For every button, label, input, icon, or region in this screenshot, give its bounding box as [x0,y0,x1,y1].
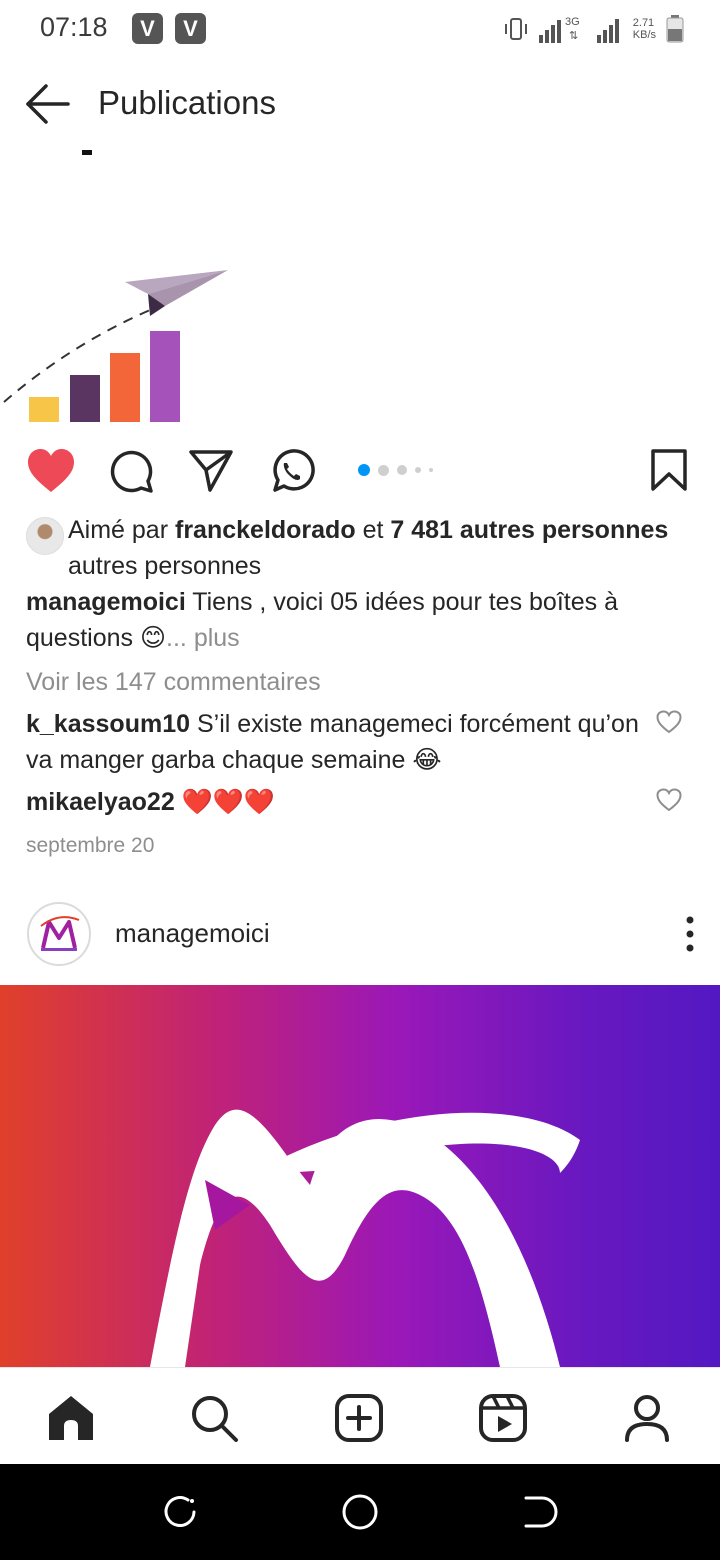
comment-username[interactable]: k_kassoum10 [26,710,190,738]
signal-icon [596,19,619,43]
post-media[interactable] [0,985,720,1367]
view-comments-link[interactable]: Voir les 147 commentaires [26,664,696,700]
carousel-dot-active [358,464,370,476]
comment-item: mikaelyao22 ❤️❤️❤️ [26,784,696,820]
status-bar: 07:18 V V 3G ⇅ 2.71 KB/s [0,0,720,58]
search-icon[interactable] [188,1392,240,1444]
likes-count[interactable]: 7 481 autres personnes [390,516,668,544]
whatsapp-icon[interactable] [267,448,315,496]
post-details: Aimé par franckeldorado et 7 481 autres … [26,512,696,864]
bar-orange [110,353,140,422]
bar-purple-dark [70,375,100,422]
carousel-dot [397,465,407,475]
home-button-icon[interactable] [340,1492,380,1532]
comment-item: k_kassoum10 S’il existe managemeci forcé… [26,706,696,778]
status-icons: 3G ⇅ 2.71 KB/s [503,14,684,44]
post-header: managemoici [0,896,720,972]
vibrate-icon [504,18,527,40]
recent-apps-icon[interactable] [160,1492,200,1532]
reels-icon[interactable] [477,1392,529,1444]
notification-badge-v: V [132,13,163,44]
growth-illustration [3,150,228,422]
heart-outline-icon[interactable] [656,710,682,734]
notification-badge-v: V [175,13,206,44]
profile-icon[interactable] [621,1392,673,1444]
avatar[interactable] [26,517,64,555]
carousel-dot [429,468,433,472]
post-date: septembre 20 [26,834,155,857]
post-image[interactable] [0,140,720,430]
status-time: 07:18 [40,12,108,42]
network-speed: 2.71 KB/s [632,17,656,41]
caption: managemoici Tiens , voici 05 idées pour … [26,584,696,656]
svg-text:⇅: ⇅ [569,30,578,42]
comment-icon[interactable] [108,448,154,494]
paper-plane-illustration [125,270,228,316]
carousel-dot [415,467,421,473]
app-header: Publications [0,68,720,140]
back-button-icon[interactable] [520,1492,560,1532]
liker-username[interactable]: franckeldorado [175,516,356,544]
bottom-navigation [0,1367,720,1464]
bar-violet [150,331,180,422]
avatar[interactable] [27,902,91,966]
post-username[interactable]: managemoici [115,918,270,949]
network-type: 3G [565,16,580,28]
managemoici-logo-icon [40,916,80,951]
heart-filled-icon[interactable] [26,448,76,494]
add-post-icon[interactable] [333,1392,385,1444]
post-actions [0,440,720,504]
liked-by-line: Aimé par franckeldorado et 7 481 autres … [26,512,696,584]
more-options-icon[interactable] [680,914,700,954]
arrow-left-icon[interactable] [24,82,72,126]
carousel-dot [378,464,389,476]
comment-username[interactable]: mikaelyao22 [26,788,175,816]
caption-username[interactable]: managemoici [26,588,186,616]
signal-icon: 3G ⇅ [538,16,580,43]
bookmark-icon[interactable] [650,448,688,492]
paper-plane-icon[interactable] [188,448,234,494]
system-navigation-bar [0,1464,720,1560]
heart-outline-icon[interactable] [656,788,682,812]
brand-logo-graphic [150,1109,580,1367]
battery-icon [666,15,684,43]
home-icon[interactable] [45,1392,97,1444]
more-link[interactable]: ... plus [166,624,240,652]
page-title: Publications [98,84,276,121]
comment-text: ❤️❤️❤️ [181,788,276,816]
bar-yellow [29,397,59,422]
carousel-indicator [358,464,433,476]
